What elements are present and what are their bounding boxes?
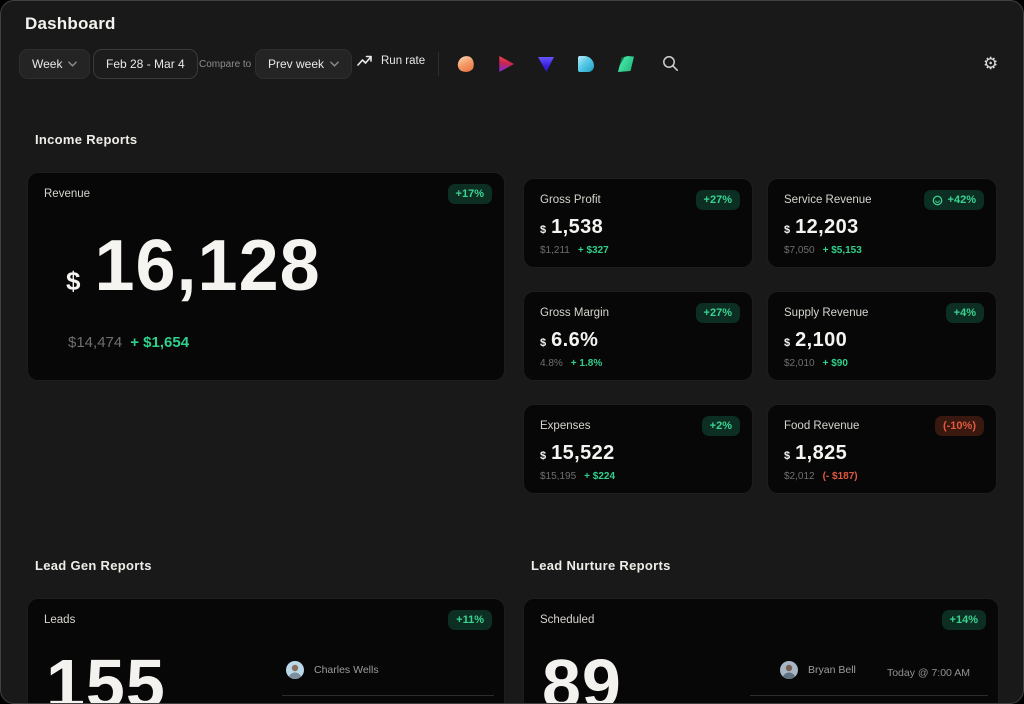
metric-comparison: $2,012 (- $187) bbox=[784, 471, 858, 482]
change-badge: (-10%) bbox=[935, 416, 984, 436]
change-badge: +42% bbox=[924, 190, 984, 210]
revenue-change-badge: +17% bbox=[448, 184, 492, 204]
leads-card[interactable]: Leads +11% 155 Charles Wells bbox=[27, 598, 505, 704]
trend-up-icon bbox=[357, 55, 373, 67]
scheduled-value: 89 bbox=[542, 649, 622, 704]
metric-comparison: $7,050 + $5,153 bbox=[784, 245, 862, 256]
metric-comparison: $1,211 + $327 bbox=[540, 245, 609, 256]
dashboard-window: Dashboard Week Feb 28 - Mar 4 Compare to… bbox=[0, 0, 1024, 704]
period-selector[interactable]: Week bbox=[19, 49, 90, 79]
toolbar-divider bbox=[438, 52, 439, 76]
period-selector-label: Week bbox=[32, 57, 62, 71]
metric-value: $ 6.6% bbox=[540, 329, 598, 352]
date-range-button[interactable]: Feb 28 - Mar 4 bbox=[93, 49, 198, 79]
compare-to-label: Compare to bbox=[199, 59, 251, 70]
currency-symbol: $ bbox=[784, 450, 790, 462]
currency-symbol: $ bbox=[540, 224, 546, 236]
change-badge: +14% bbox=[942, 610, 986, 630]
food-revenue-card[interactable]: Food Revenue (-10%) $ 1,825 $2,012 (- $1… bbox=[767, 404, 997, 494]
gross-margin-card[interactable]: Gross Margin +27% $ 6.6% 4.8% + 1.8% bbox=[523, 291, 753, 381]
metric-comparison: $15,195 + $224 bbox=[540, 471, 615, 482]
expenses-card[interactable]: Expenses +2% $ 15,522 $15,195 + $224 bbox=[523, 404, 753, 494]
metric-value: $ 1,538 bbox=[540, 216, 603, 239]
metric-value: $ 2,100 bbox=[784, 329, 847, 352]
change-badge: +11% bbox=[448, 610, 492, 630]
currency-symbol: $ bbox=[784, 224, 790, 236]
badge-medal-icon bbox=[932, 195, 943, 206]
row-divider bbox=[750, 695, 988, 696]
metric-value: $ 1,825 bbox=[784, 442, 847, 465]
chevron-down-icon bbox=[68, 61, 77, 67]
change-badge: +27% bbox=[696, 303, 740, 323]
metric-comparison: 4.8% + 1.8% bbox=[540, 358, 602, 369]
orange-blob-logo-icon[interactable] bbox=[456, 54, 475, 73]
change-badge: +2% bbox=[702, 416, 740, 436]
supply-revenue-card[interactable]: Supply Revenue +4% $ 2,100 $2,010 + $90 bbox=[767, 291, 997, 381]
chevron-down-icon bbox=[330, 61, 339, 67]
person-name: Bryan Bell bbox=[808, 664, 856, 676]
gross-profit-card[interactable]: Gross Profit +27% $ 1,538 $1,211 + $327 bbox=[523, 178, 753, 268]
service-revenue-card[interactable]: Service Revenue +42% $ 12,203 $7,050 + $… bbox=[767, 178, 997, 268]
page-title: Dashboard bbox=[25, 14, 116, 34]
play-gradient-logo-icon[interactable] bbox=[498, 56, 514, 72]
lead-person-row[interactable]: Charles Wells bbox=[286, 661, 379, 679]
metric-value: $ 15,522 bbox=[540, 442, 615, 465]
leads-card-label: Leads bbox=[44, 614, 75, 626]
wave-logo-icon[interactable] bbox=[578, 56, 594, 72]
income-metrics-grid: Gross Profit +27% $ 1,538 $1,211 + $327 … bbox=[523, 178, 997, 494]
currency-symbol: $ bbox=[540, 450, 546, 462]
revenue-comparison: $14,474 + $1,654 bbox=[68, 334, 189, 351]
change-badge: +4% bbox=[946, 303, 984, 323]
date-range-label: Feb 28 - Mar 4 bbox=[106, 57, 185, 71]
revenue-card-label: Revenue bbox=[44, 188, 90, 200]
currency-symbol: $ bbox=[540, 337, 546, 349]
revenue-card[interactable]: Revenue +17% $ 16,128 $14,474 + $1,654 bbox=[27, 172, 505, 381]
change-badge: +27% bbox=[696, 190, 740, 210]
income-reports-heading: Income Reports bbox=[35, 132, 137, 147]
nurture-person-row[interactable]: Bryan Bell bbox=[780, 661, 856, 679]
metric-value: $ 12,203 bbox=[784, 216, 859, 239]
run-rate-label: Run rate bbox=[381, 55, 425, 67]
revenue-value: $ 16,128 bbox=[66, 225, 321, 307]
search-icon[interactable] bbox=[662, 55, 679, 77]
previous-value: $14,474 bbox=[68, 334, 122, 351]
row-divider bbox=[282, 695, 494, 696]
app-icon-row bbox=[458, 56, 634, 72]
metric-comparison: $2,010 + $90 bbox=[784, 358, 848, 369]
currency-symbol: $ bbox=[66, 266, 80, 297]
compare-selector[interactable]: Prev week bbox=[255, 49, 352, 79]
flag-logo-icon[interactable] bbox=[618, 56, 634, 72]
delta-value: + $1,654 bbox=[130, 334, 189, 351]
scheduled-card-label: Scheduled bbox=[540, 614, 594, 626]
person-name: Charles Wells bbox=[314, 664, 379, 676]
leads-value: 155 bbox=[46, 649, 166, 704]
avatar bbox=[286, 661, 304, 679]
avatar bbox=[780, 661, 798, 679]
settings-gear-icon[interactable]: ⚙ bbox=[983, 53, 998, 75]
scheduled-card[interactable]: Scheduled +14% 89 Bryan Bell Today @ 7:0… bbox=[523, 598, 999, 704]
compare-selector-label: Prev week bbox=[268, 57, 324, 71]
lead-nurture-heading: Lead Nurture Reports bbox=[531, 558, 671, 573]
currency-symbol: $ bbox=[784, 337, 790, 349]
lead-gen-heading: Lead Gen Reports bbox=[35, 558, 152, 573]
run-rate-button[interactable]: Run rate bbox=[357, 55, 425, 67]
scheduled-time-label: Today @ 7:00 AM bbox=[887, 667, 970, 679]
funnel-logo-icon[interactable] bbox=[538, 56, 554, 72]
